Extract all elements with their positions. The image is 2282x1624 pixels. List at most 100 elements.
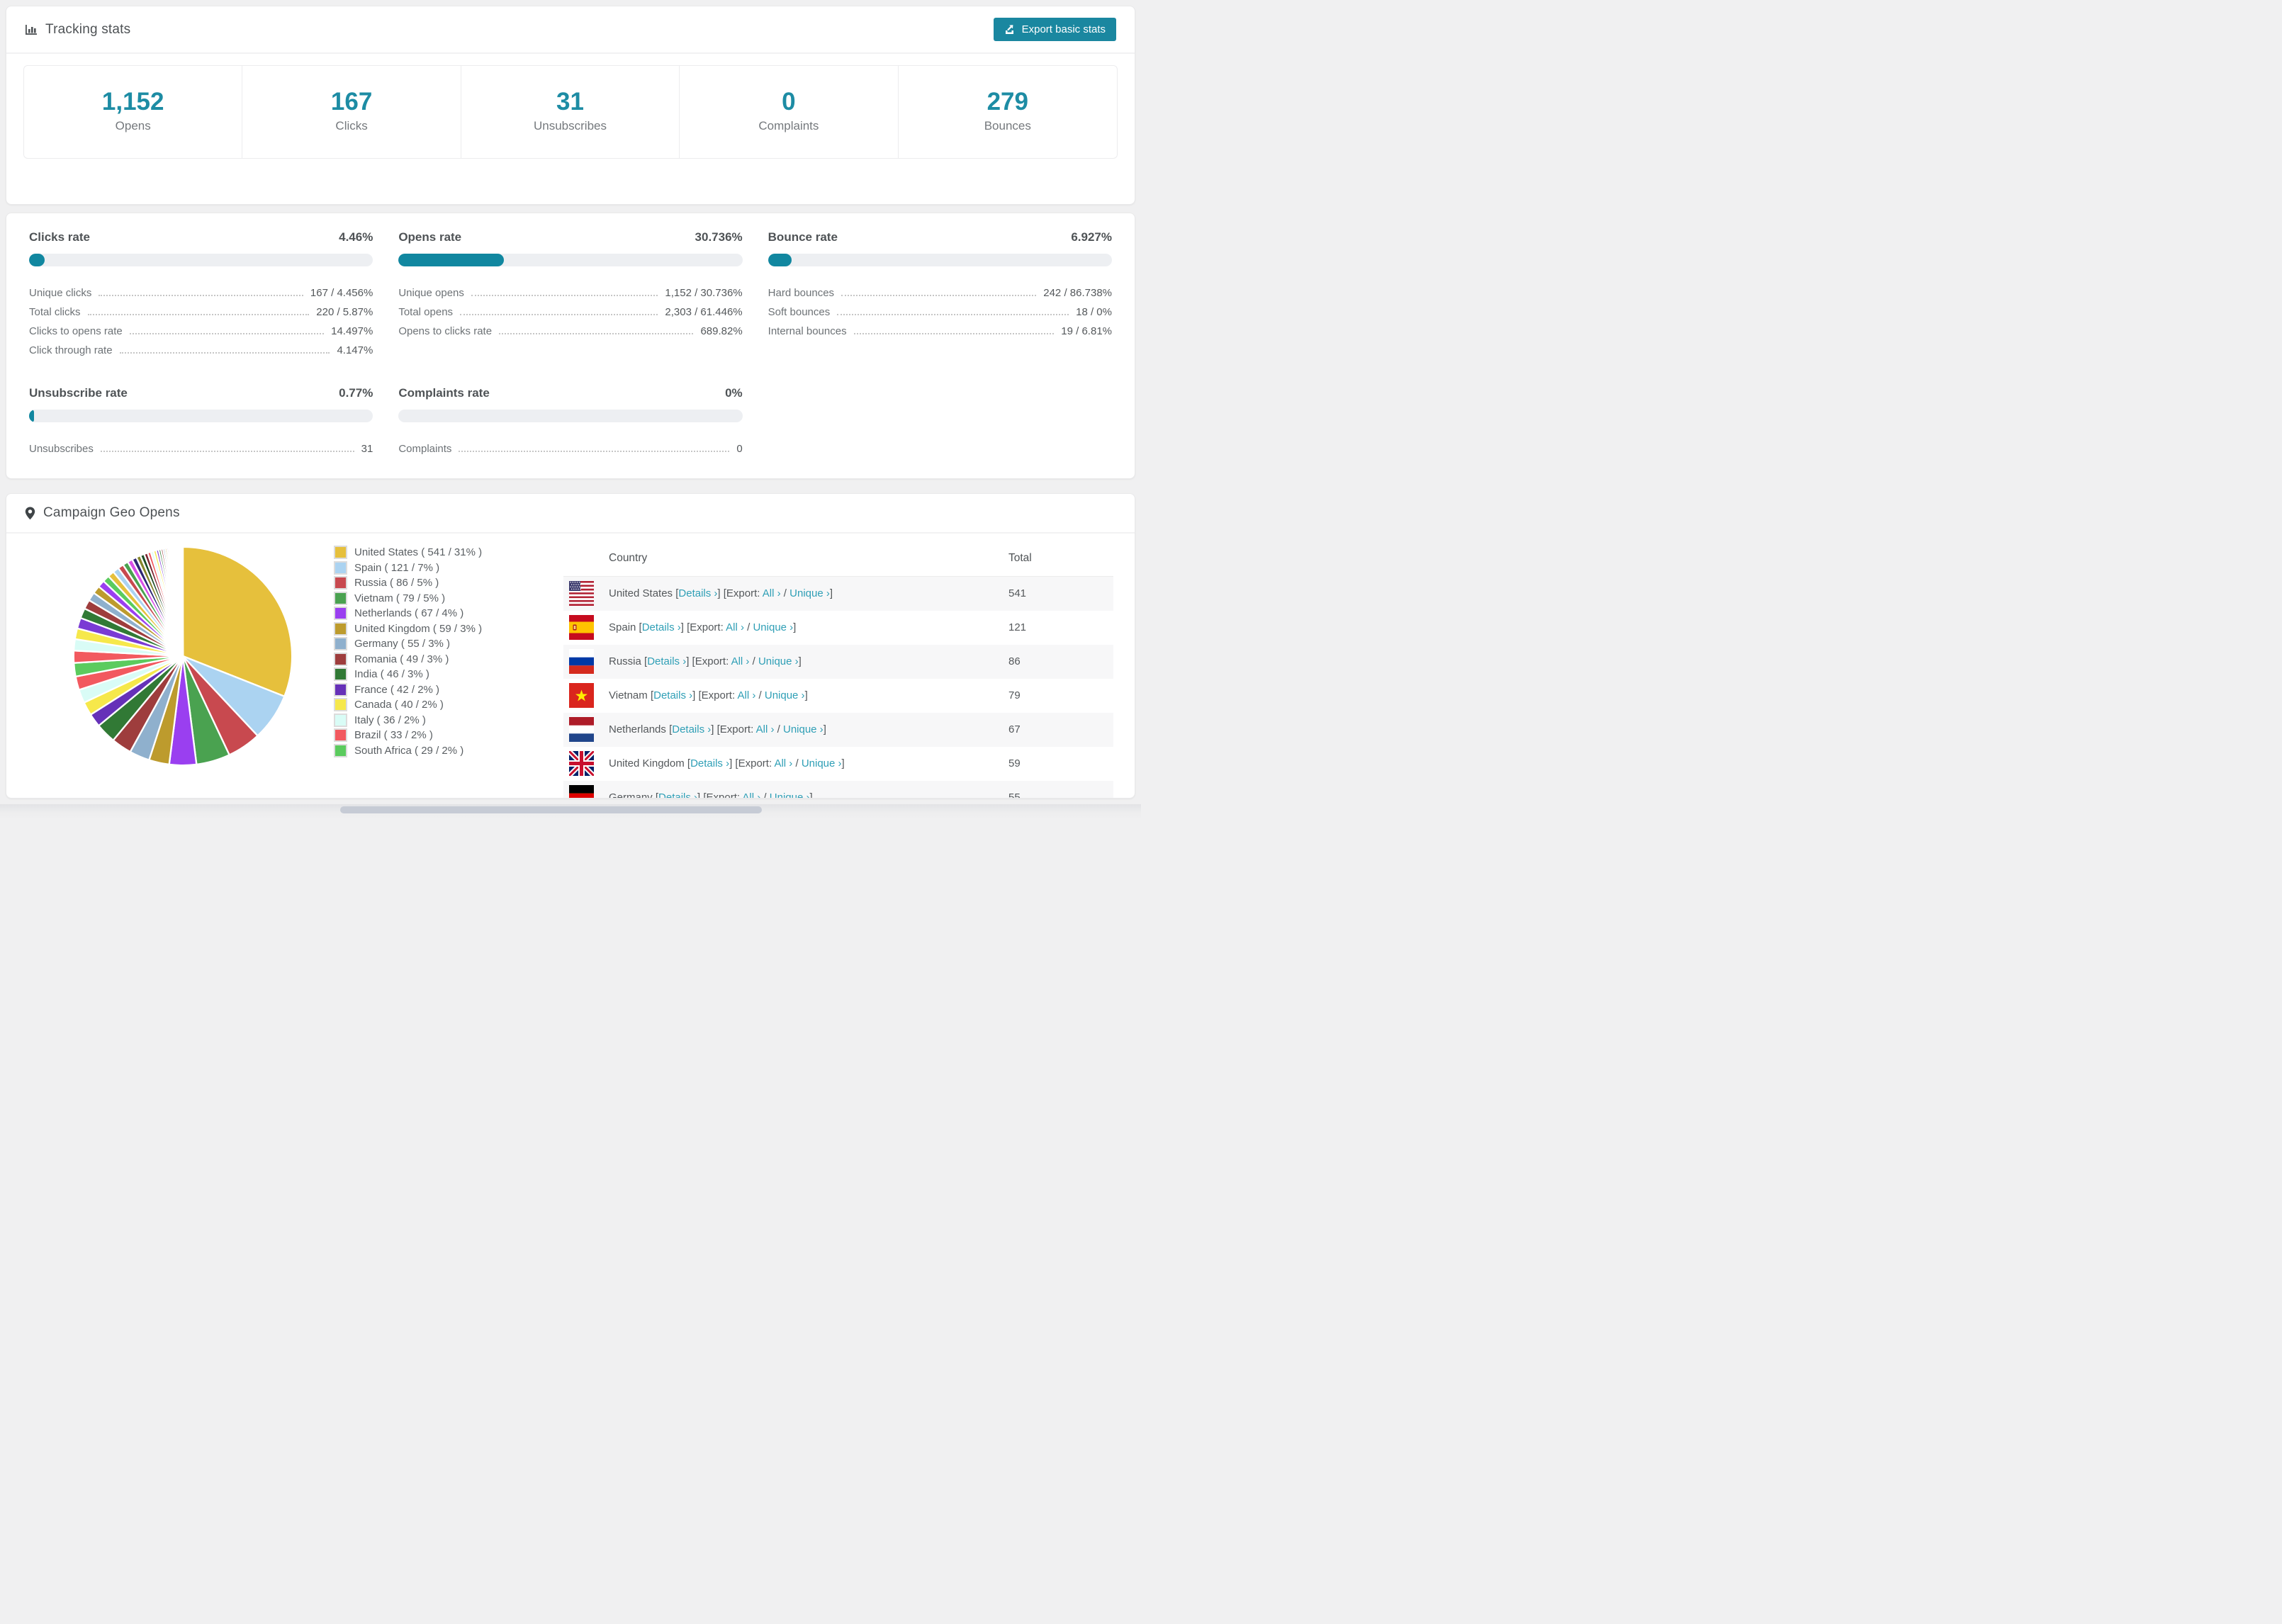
stat-row-value: 2,303 / 61.446% [665, 306, 743, 318]
export-unique-link[interactable]: Unique › [802, 757, 842, 769]
table-row-spain: Spain [Details ›] [Export: All › / Uniqu… [563, 611, 1113, 645]
stat-row: Total clicks 220 / 5.87% [29, 300, 373, 320]
rate-title: Complaints rate [398, 386, 490, 400]
export-unique-link[interactable]: Unique › [770, 791, 810, 798]
stat-row-label: Hard bounces [768, 287, 835, 299]
export-all-link[interactable]: All › [726, 621, 744, 633]
legend-item-italy: Italy ( 36 / 2% ) [334, 713, 510, 728]
legend-label: Germany ( 55 / 3% ) [354, 638, 451, 650]
total-cell: 121 [1008, 621, 1027, 633]
summary-box-opens: 1,152 Opens [24, 66, 243, 159]
slash: / [774, 723, 783, 735]
legend-label: Romania ( 49 / 3% ) [354, 653, 449, 665]
summary-label: Bounces [984, 119, 1031, 133]
stat-row-label: Unique opens [398, 287, 464, 299]
details-link[interactable]: Details › [647, 655, 686, 667]
details-link[interactable]: Details › [653, 689, 692, 701]
legend-label: Brazil ( 33 / 2% ) [354, 729, 433, 742]
stat-row: Soft bounces 18 / 0% [768, 300, 1112, 320]
summary-label: Clicks [335, 119, 368, 133]
dotted-leader [853, 333, 1055, 334]
export-basic-stats-button[interactable]: Export basic stats [993, 18, 1116, 41]
dotted-leader [499, 333, 694, 334]
rates-grid: Clicks rate 4.46% Unique clicks 167 / 4.456… [29, 230, 1112, 456]
export-all-link[interactable]: All › [774, 757, 792, 769]
table-row-vietnam: Vietnam [Details ›] [Export: All › / Uni… [563, 679, 1113, 713]
details-link[interactable]: Details › [672, 723, 711, 735]
rate-panel-clicks-rate: Clicks rate 4.46% Unique clicks 167 / 4.456… [29, 230, 373, 358]
summary-value: 167 [330, 88, 373, 115]
rate-panel-header: Bounce rate 6.927% [768, 230, 1112, 244]
export-unique-link[interactable]: Unique › [753, 621, 793, 633]
summary-value: 279 [987, 88, 1028, 115]
map-pin-icon [25, 507, 35, 520]
export-unique-link[interactable]: Unique › [783, 723, 824, 735]
stat-row: Unsubscribes 31 [29, 437, 373, 456]
bracket: ] [Export: [729, 757, 775, 769]
legend-item-russia: Russia ( 86 / 5% ) [334, 575, 510, 591]
stat-row-label: Unsubscribes [29, 443, 94, 455]
rates-card: Clicks rate 4.46% Unique clicks 167 / 4.456… [6, 213, 1135, 479]
summary-value: 31 [556, 88, 584, 115]
flag-cell [563, 611, 603, 645]
stat-row-label: Total opens [398, 306, 454, 318]
table-row-germany: Germany [Details ›] [Export: All › / Uni… [563, 780, 1113, 799]
bracket: ] [Export: [711, 723, 756, 735]
rate-value: 6.927% [1071, 230, 1112, 244]
horizontal-scrollbar[interactable] [340, 806, 762, 813]
rate-value: 30.736% [695, 230, 743, 244]
legend-label: Russia ( 86 / 5% ) [354, 577, 439, 590]
stat-row: Click through rate 4.147% [29, 339, 373, 358]
summary-label: Opens [115, 119, 151, 133]
ru-flag-icon [569, 649, 594, 674]
stat-row: Unique clicks 167 / 4.456% [29, 281, 373, 300]
stat-row-label: Opens to clicks rate [398, 325, 493, 337]
bracket: ] [Export: [717, 587, 763, 600]
export-all-link[interactable]: All › [756, 723, 775, 735]
export-all-link[interactable]: All › [731, 655, 750, 667]
legend-swatch [334, 560, 347, 575]
table-row-russia: Russia [Details ›] [Export: All › / Uniq… [563, 644, 1113, 679]
legend-swatch [334, 728, 347, 743]
progress-track [398, 254, 743, 266]
summary-value: 1,152 [101, 88, 164, 115]
rate-title: Opens rate [398, 230, 462, 244]
details-link[interactable]: Details › [658, 791, 697, 798]
export-unique-link[interactable]: Unique › [758, 655, 799, 667]
details-link[interactable]: Details › [690, 757, 729, 769]
details-link[interactable]: Details › [642, 621, 681, 633]
export-all-link[interactable]: All › [738, 689, 756, 701]
bracket: ] [809, 791, 813, 799]
details-link[interactable]: Details › [678, 587, 717, 599]
legend-item-germany: Germany ( 55 / 3% ) [334, 636, 510, 652]
legend-item-spain: Spain ( 121 / 7% ) [334, 560, 510, 576]
export-all-link[interactable]: All › [763, 587, 781, 599]
rate-panel-header: Clicks rate 4.46% [29, 230, 373, 244]
slash: / [792, 757, 802, 769]
legend-swatch [334, 607, 347, 621]
progress-fill [29, 410, 34, 422]
export-all-link[interactable]: All › [742, 791, 760, 798]
export-unique-link[interactable]: Unique › [789, 587, 830, 599]
stat-row-label: Complaints [398, 443, 452, 455]
total-cell: 541 [1008, 587, 1027, 600]
legend-item-united-kingdom: United Kingdom ( 59 / 3% ) [334, 621, 510, 637]
stat-row: Opens to clicks rate 689.82% [398, 320, 742, 339]
country-name: Vietnam [609, 689, 651, 701]
legend-swatch [334, 546, 347, 560]
pie-legend: United States ( 541 / 31% ) Spain ( 121 /… [334, 545, 510, 758]
geo-content: United States ( 541 / 31% ) Spain ( 121 /… [6, 534, 1135, 799]
legend-swatch [334, 698, 347, 712]
legend-label: United Kingdom ( 59 / 3% ) [354, 622, 483, 635]
legend-swatch [334, 713, 347, 727]
legend-item-vietnam: Vietnam ( 79 / 5% ) [334, 591, 510, 607]
legend-label: United States ( 541 / 31% ) [354, 546, 483, 559]
summary-value: 0 [782, 88, 796, 115]
bracket: ] [804, 689, 808, 701]
stat-row-value: 167 / 4.456% [310, 287, 373, 299]
rate-value: 4.46% [339, 230, 373, 244]
rate-title: Clicks rate [29, 230, 90, 244]
flag-cell [563, 679, 603, 713]
es-flag-icon [569, 615, 594, 640]
export-unique-link[interactable]: Unique › [765, 689, 805, 701]
